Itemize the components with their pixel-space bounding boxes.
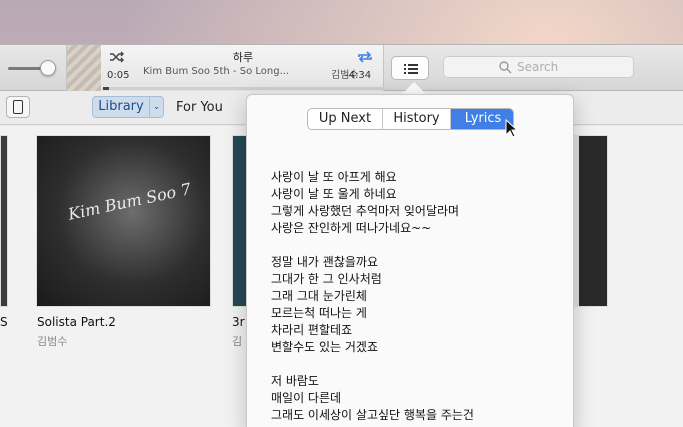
now-playing-display: 하루 Kim Bum Soo 5th - So Long... 김범수 0:05… [66, 45, 385, 91]
lyric-line: 변할수도 있는 거겠죠 [271, 340, 378, 354]
lyrics-text: 사랑이 날 또 아프게 해요사랑이 날 또 울게 하네요그렇게 사랑했던 추억마… [271, 169, 561, 424]
remaining-time: -4:34 [345, 70, 372, 81]
track-title: 하루 [232, 51, 254, 64]
search-placeholder: Search [517, 60, 559, 74]
lyric-line: 그대가 한 그 인사처럼 [271, 272, 382, 286]
lyric-line: 모르는척 떠나는 게 [271, 306, 367, 320]
tab-for-you[interactable]: For You [176, 100, 223, 115]
device-button[interactable] [6, 96, 30, 118]
lyric-line: 그래 그대 눈가린체 [271, 289, 367, 303]
now-playing-artwork[interactable] [67, 45, 101, 91]
up-next-popover: Up Next History Lyrics 사랑이 날 또 아프게 해요 사랑이… [246, 94, 574, 427]
lyric-line: 그렇게 사랑했던 추억마저 잊어달라며 [271, 204, 460, 218]
album-artist[interactable]: 김 [232, 333, 242, 349]
tab-history[interactable]: History [383, 109, 451, 129]
lyric-stanza-gap [271, 356, 561, 373]
lyric-line: 정말 내가 괜찮을까요 [271, 255, 378, 269]
album-cover-far-right[interactable] [578, 135, 608, 307]
playback-progress-fill [103, 87, 109, 90]
up-next-button[interactable] [391, 56, 429, 80]
toolbar: 하루 Kim Bum Soo 5th - So Long... 김범수 0:05… [0, 45, 683, 91]
tab-library[interactable]: Library [92, 96, 150, 118]
album-cover-solista[interactable]: Kim Bum Soo 7 [36, 135, 211, 307]
popover-arrow [402, 82, 426, 94]
search-icon [499, 61, 512, 74]
volume-slider-knob[interactable] [40, 60, 56, 76]
track-album: Kim Bum Soo 5th - So Long... [143, 66, 290, 77]
album-title[interactable]: S [0, 315, 8, 329]
album-title[interactable]: Solista Part.2 [37, 315, 116, 329]
iphone-icon [13, 100, 23, 114]
lyric-stanza-gap [271, 237, 561, 254]
library-dropdown-button[interactable]: ⌄ [150, 96, 164, 118]
playback-progress-bar[interactable] [103, 87, 385, 90]
lyric-line: 사랑이 날 또 아프게 해요 [271, 170, 397, 184]
lyric-line: 그래도 이세상이 살고싶단 행복을 주는건 [271, 408, 474, 422]
tab-up-next[interactable]: Up Next [308, 109, 383, 129]
album-cover-text: Kim Bum Soo 7 [66, 179, 193, 224]
album-title[interactable]: 3r [232, 315, 245, 329]
elapsed-time: 0:05 [107, 70, 130, 81]
lyric-line: 차라리 편할테죠 [271, 323, 353, 337]
mouse-pointer-icon [505, 119, 519, 138]
repeat-icon[interactable] [357, 51, 373, 63]
album-cover-left[interactable] [0, 135, 8, 307]
search-input[interactable]: Search [443, 56, 634, 78]
lyric-line: 저 바람도 [271, 374, 319, 388]
album-artist[interactable]: 김범수 [37, 333, 67, 349]
lyric-line: 사랑이 날 또 울게 하네요 [271, 187, 397, 201]
popover-segmented-control: Up Next History Lyrics [307, 108, 514, 130]
lyric-line: 사랑은 잔인하게 떠나가네요~~ [271, 221, 432, 235]
lyric-line: 매일이 다른데 [271, 391, 342, 405]
list-icon [404, 64, 418, 74]
